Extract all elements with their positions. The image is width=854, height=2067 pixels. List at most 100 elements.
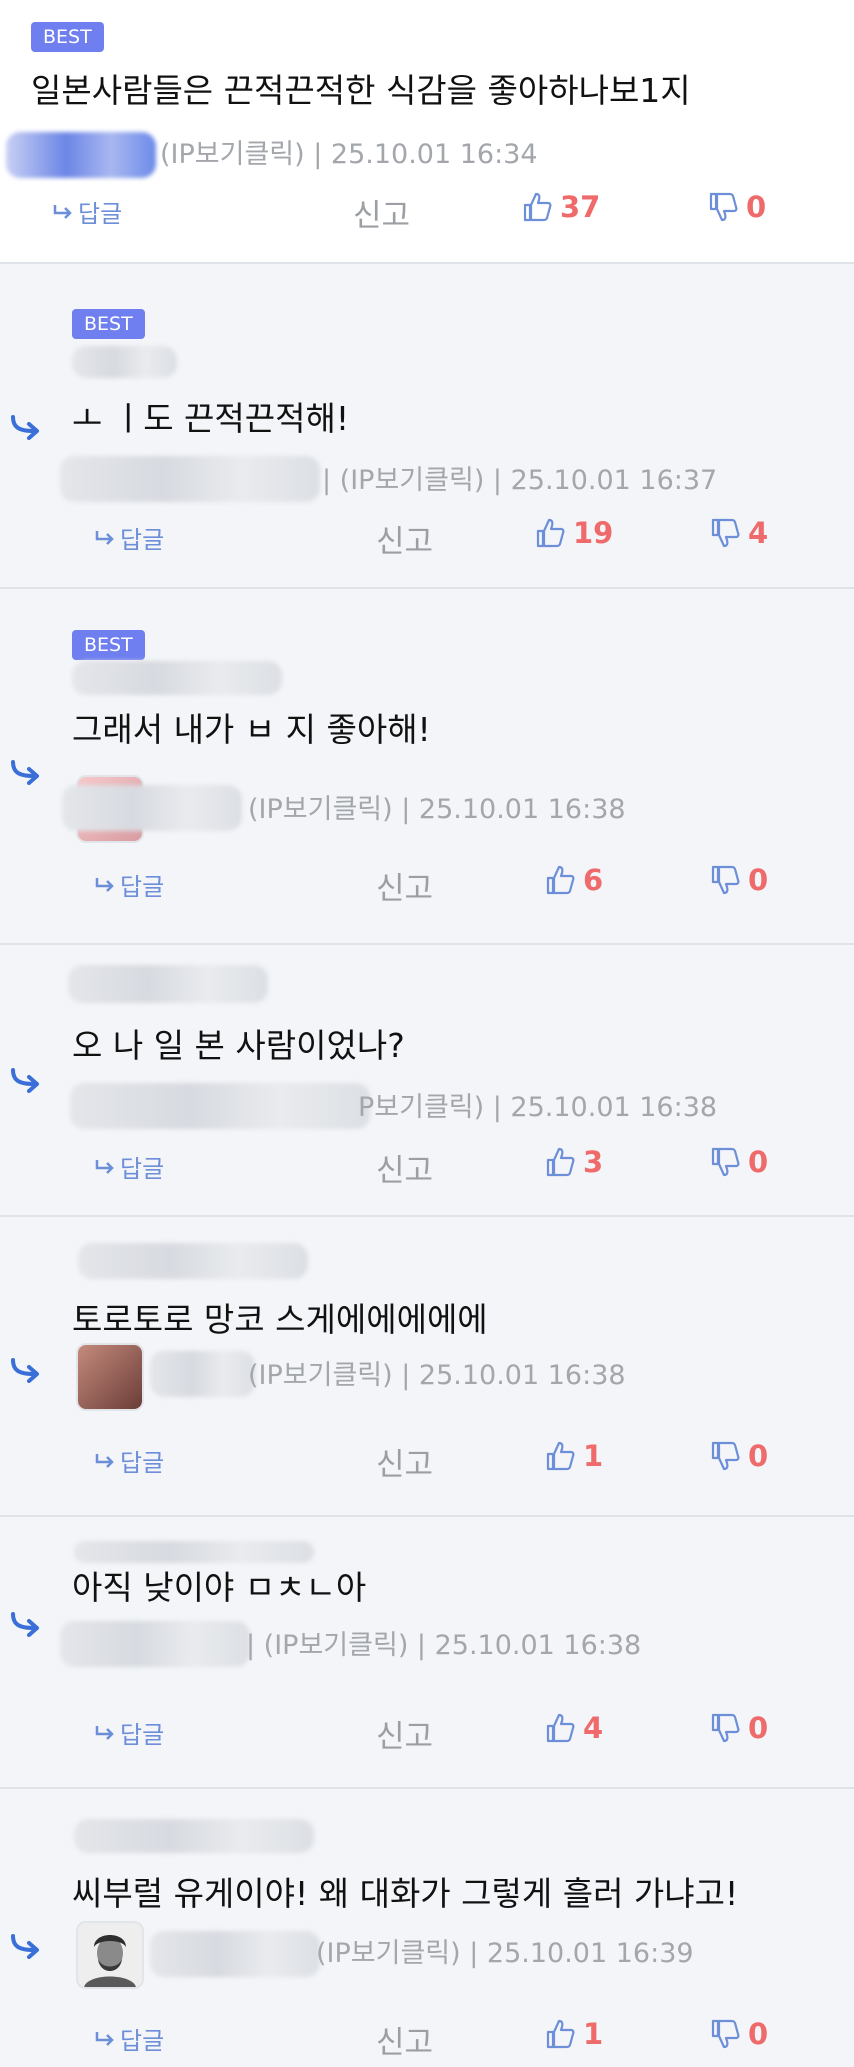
comment-item: BEST ㅗ ㅣ도 끈적끈적해! | (IP보기클릭) | 25.10.01 1… xyxy=(0,264,854,589)
comment-meta[interactable]: (IP보기클릭) | 25.10.01 16:34 xyxy=(160,132,538,171)
dislike-count: 0 xyxy=(748,1439,769,1473)
avatar[interactable] xyxy=(76,1343,144,1411)
blurred-username xyxy=(72,346,177,378)
person-icon xyxy=(78,1923,142,1987)
thumbs-up-icon xyxy=(523,192,552,222)
thumbs-down-icon xyxy=(709,192,738,222)
dislike-count: 0 xyxy=(746,190,767,224)
like-button[interactable]: 1 xyxy=(545,1439,603,1473)
comment-meta[interactable]: | (IP보기클릭) | 25.10.01 16:38 xyxy=(246,1623,641,1662)
blurred-username xyxy=(6,132,156,178)
reply-button[interactable]: 답글 xyxy=(94,867,164,902)
thumbs-down-icon xyxy=(711,1441,740,1471)
reply-arrow-icon xyxy=(11,760,39,785)
reply-small-icon xyxy=(95,1159,114,1174)
report-button[interactable]: 신고 xyxy=(353,190,410,235)
reply-label: 답글 xyxy=(120,526,165,554)
blurred-username xyxy=(150,1351,255,1397)
like-count: 1 xyxy=(583,2017,604,2051)
comment-actions: 답글 신고 4 0 xyxy=(0,1711,854,1755)
dislike-count: 0 xyxy=(748,863,769,897)
reply-button[interactable]: 답글 xyxy=(94,2021,164,2056)
comment-item: BEST 일본사람들은 끈적끈적한 식감을 좋아하나보1지 (IP보기클릭) |… xyxy=(0,0,854,264)
blurred-username xyxy=(62,785,242,831)
reply-label: 답글 xyxy=(120,873,165,901)
like-count: 19 xyxy=(573,516,614,550)
reply-small-icon xyxy=(95,877,114,892)
dislike-button[interactable]: 0 xyxy=(710,1439,768,1473)
blurred-username xyxy=(70,1083,370,1129)
comment-thread: BEST 일본사람들은 끈적끈적한 식감을 좋아하나보1지 (IP보기클릭) |… xyxy=(0,0,854,2067)
reply-arrow-icon xyxy=(11,1068,39,1093)
comment-meta[interactable]: | (IP보기클릭) | 25.10.01 16:37 xyxy=(322,458,717,497)
comment-meta[interactable]: (IP보기클릭) | 25.10.01 16:38 xyxy=(248,1353,626,1392)
reply-small-icon xyxy=(95,1725,114,1740)
like-button[interactable]: 6 xyxy=(545,863,603,897)
thumbs-up-icon xyxy=(546,1147,575,1177)
reply-button[interactable]: 답글 xyxy=(94,1715,164,1750)
blurred-username xyxy=(150,1931,320,1977)
reply-small-icon xyxy=(95,530,114,545)
blurred-username xyxy=(60,1621,250,1667)
thumbs-up-icon xyxy=(546,1441,575,1471)
thumbs-down-icon xyxy=(711,2019,740,2049)
dislike-count: 0 xyxy=(748,1711,769,1745)
reply-small-icon xyxy=(53,204,72,219)
blurred-username xyxy=(78,1243,308,1279)
thumbs-up-icon xyxy=(546,2019,575,2049)
dislike-button[interactable]: 0 xyxy=(710,2017,768,2051)
comment-item: 토로토로 망코 스게에에에에에 (IP보기클릭) | 25.10.01 16:3… xyxy=(0,1217,854,1517)
report-button[interactable]: 신고 xyxy=(376,863,433,908)
reply-label: 답글 xyxy=(120,1721,165,1749)
comment-item: 씨부럴 유게이야! 왜 대화가 그렇게 흘러 가냐고! (IP보기클릭) | 2… xyxy=(0,1789,854,2067)
like-button[interactable]: 37 xyxy=(522,190,600,224)
thumbs-down-icon xyxy=(711,865,740,895)
blurred-username xyxy=(72,661,282,695)
dislike-count: 4 xyxy=(748,516,769,550)
comment-actions: 답글 신고 3 0 xyxy=(0,1145,854,1189)
report-button[interactable]: 신고 xyxy=(376,1711,433,1756)
comment-text: 토로토로 망코 스게에에에에에 xyxy=(72,1300,488,1339)
reply-button[interactable]: 답글 xyxy=(52,194,122,229)
blurred-username xyxy=(74,1541,314,1563)
comment-text: 아직 낮이야 ㅁㅊㄴ아 xyxy=(72,1568,367,1607)
dislike-button[interactable]: 0 xyxy=(710,1711,768,1745)
reply-arrow-icon xyxy=(11,415,39,440)
dislike-button[interactable]: 0 xyxy=(708,190,766,224)
comment-meta[interactable]: P보기클릭) | 25.10.01 16:38 xyxy=(358,1085,717,1124)
blurred-username xyxy=(60,456,320,502)
like-count: 3 xyxy=(583,1145,604,1179)
comment-meta[interactable]: (IP보기클릭) | 25.10.01 16:39 xyxy=(316,1931,694,1970)
dislike-button[interactable]: 4 xyxy=(710,516,768,550)
report-button[interactable]: 신고 xyxy=(376,1439,433,1484)
best-badge: BEST xyxy=(72,309,145,339)
like-button[interactable]: 3 xyxy=(545,1145,603,1179)
comment-text: 일본사람들은 끈적끈적한 식감을 좋아하나보1지 xyxy=(31,71,691,110)
comment-item: BEST 그래서 내가 ㅂ 지 좋아해! (IP보기클릭) | 25.10.01… xyxy=(0,589,854,945)
comment-actions: 답글 신고 37 0 xyxy=(0,190,854,234)
like-button[interactable]: 19 xyxy=(535,516,613,550)
like-count: 37 xyxy=(560,190,601,224)
like-button[interactable]: 1 xyxy=(545,2017,603,2051)
comment-actions: 답글 신고 1 0 xyxy=(0,2017,854,2061)
like-count: 4 xyxy=(583,1711,604,1745)
reply-button[interactable]: 답글 xyxy=(94,1149,164,1184)
thumbs-up-icon xyxy=(536,518,565,548)
dislike-button[interactable]: 0 xyxy=(710,1145,768,1179)
dislike-button[interactable]: 0 xyxy=(710,863,768,897)
reply-button[interactable]: 답글 xyxy=(94,520,164,555)
comment-meta[interactable]: (IP보기클릭) | 25.10.01 16:38 xyxy=(248,787,626,826)
like-button[interactable]: 4 xyxy=(545,1711,603,1745)
reply-small-icon xyxy=(95,2031,114,2046)
avatar[interactable] xyxy=(76,1921,144,1989)
report-button[interactable]: 신고 xyxy=(376,516,433,561)
thumbs-down-icon xyxy=(711,1147,740,1177)
report-button[interactable]: 신고 xyxy=(376,1145,433,1190)
reply-button[interactable]: 답글 xyxy=(94,1443,164,1478)
thumbs-down-icon xyxy=(711,1713,740,1743)
reply-label: 답글 xyxy=(120,1155,165,1183)
reply-label: 답글 xyxy=(78,200,123,228)
report-button[interactable]: 신고 xyxy=(376,2017,433,2062)
dislike-count: 0 xyxy=(748,2017,769,2051)
reply-arrow-icon xyxy=(11,1612,39,1637)
